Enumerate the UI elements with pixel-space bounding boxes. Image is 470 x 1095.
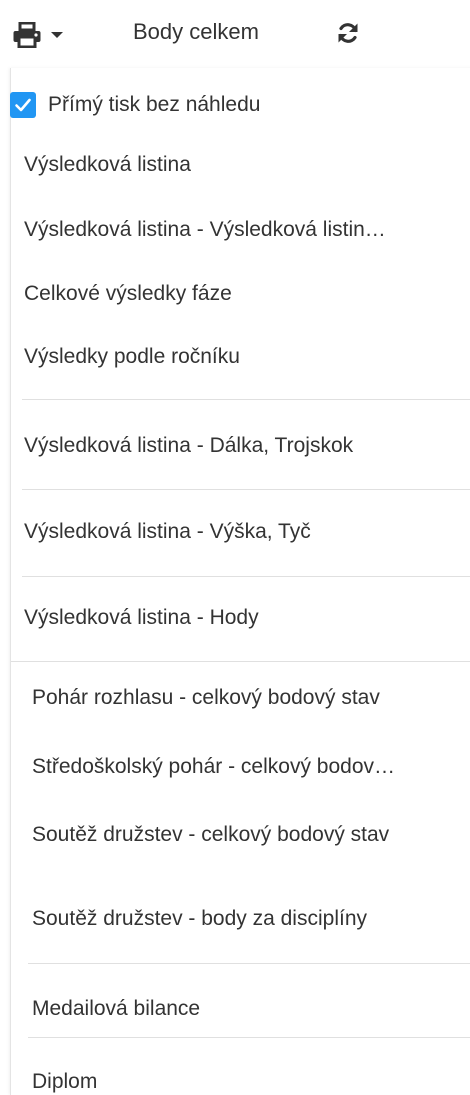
menu-item-vysledkova-listina-detail[interactable]: Výsledková listina - Výsledková listin… — [24, 217, 386, 243]
menu-item-pohar-rozhlasu[interactable]: Pohár rozhlasu - celkový bodový stav — [32, 685, 380, 711]
menu-item-stredoskolsky-pohar[interactable]: Středoškolský pohár - celkový bodov… — [32, 754, 395, 780]
toolbar-label[interactable]: Body celkem — [133, 19, 259, 45]
toolbar: Body celkem — [0, 0, 470, 68]
menu-item-vysledky-podle-rocniku[interactable]: Výsledky podle ročníku — [24, 344, 240, 370]
menu-separator — [22, 489, 470, 490]
direct-print-option[interactable]: Přímý tisk bez náhledu — [10, 92, 260, 118]
menu-separator — [28, 1037, 470, 1038]
check-icon — [15, 98, 31, 112]
menu-separator — [22, 576, 470, 577]
direct-print-label: Přímý tisk bez náhledu — [48, 93, 261, 116]
menu-separator — [22, 399, 470, 400]
printer-icon — [12, 22, 42, 48]
menu-item-vysledkova-listina[interactable]: Výsledková listina — [24, 152, 191, 178]
menu-separator — [11, 661, 470, 662]
menu-item-soutez-druzstev-stav[interactable]: Soutěž družstev - celkový bodový stav — [32, 822, 389, 848]
refresh-icon[interactable] — [336, 21, 360, 50]
menu-item-dalka-trojskok[interactable]: Výsledková listina - Dálka, Trojskok — [24, 433, 353, 459]
menu-separator — [28, 963, 470, 964]
menu-item-medailova-bilance[interactable]: Medailová bilance — [32, 996, 200, 1022]
caret-down-icon — [50, 30, 64, 40]
direct-print-checkbox[interactable] — [10, 92, 36, 118]
print-menu-button[interactable] — [12, 18, 76, 52]
menu-item-vyska-tyc[interactable]: Výsledková listina - Výška, Tyč — [24, 519, 311, 545]
menu-item-hody[interactable]: Výsledková listina - Hody — [24, 605, 259, 631]
menu-item-soutez-druzstev-body[interactable]: Soutěž družstev - body za disciplíny — [32, 906, 367, 932]
menu-item-diplom[interactable]: Diplom — [32, 1069, 97, 1095]
menu-item-celkove-vysledky-faze[interactable]: Celkové výsledky fáze — [24, 281, 232, 307]
